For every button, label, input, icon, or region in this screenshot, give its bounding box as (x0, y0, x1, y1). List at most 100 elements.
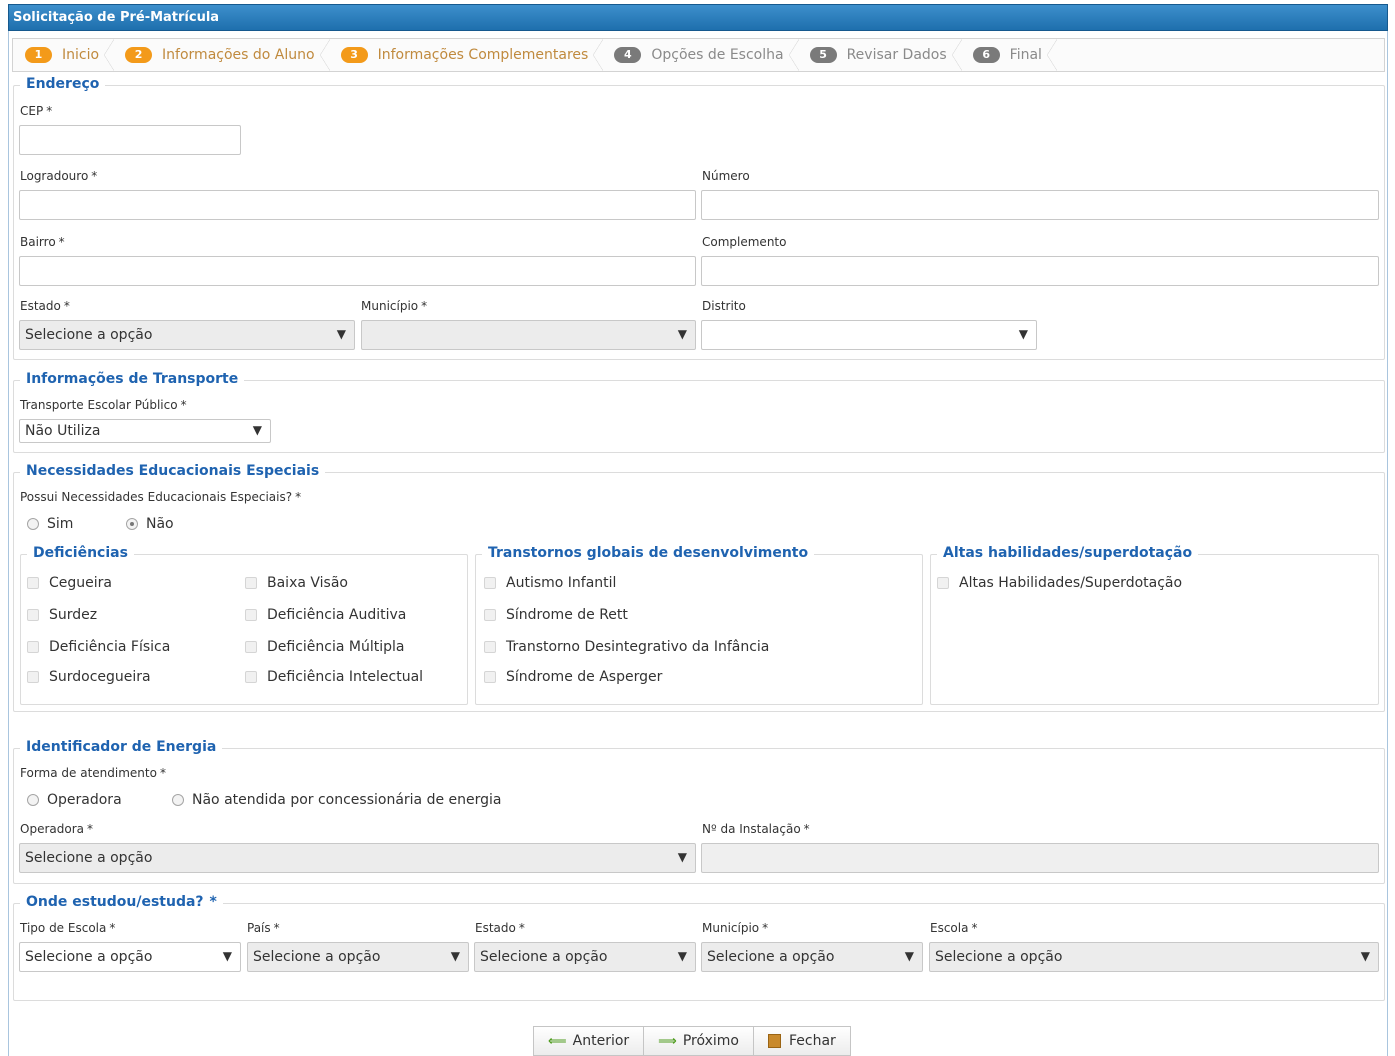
radio-icon (27, 794, 39, 806)
step-label: Inicio (62, 47, 100, 63)
wizard-steps: 1 Inicio 2 Informações do Aluno 3 Inform… (12, 38, 1385, 72)
step-opcoes-escolha[interactable]: 4 Opções de Escolha (602, 39, 799, 71)
checkbox-surdez[interactable]: Surdez (27, 607, 97, 623)
nee-question-label: Possui Necessidades Educacionais Especia… (20, 490, 302, 504)
step-label: Final (1009, 47, 1042, 63)
step-number-badge: 1 (25, 47, 52, 63)
fechar-button[interactable]: Fechar (752, 1026, 851, 1056)
distrito-label: Distrito (702, 299, 746, 313)
estado-label: Estado * (20, 299, 70, 313)
nee-radio-nao[interactable]: Não (126, 516, 174, 532)
step-final[interactable]: 6 Final (961, 39, 1058, 71)
checkbox-icon (484, 641, 496, 653)
step-number-badge: 3 (340, 47, 368, 63)
operadora-select[interactable]: Selecione a opção ▼ (19, 843, 696, 873)
section-title-deficiencias: Deficiências (27, 545, 134, 561)
checkbox-deficiencia-multipla[interactable]: Deficiência Múltipla (245, 639, 404, 655)
anterior-button[interactable]: ⟸ Anterior (533, 1026, 645, 1056)
instalacao-input[interactable] (701, 843, 1379, 873)
estudo-municipio-select[interactable]: Selecione a opção ▼ (701, 942, 923, 972)
section-title-energia: Identificador de Energia (20, 739, 223, 755)
checkbox-transtorno-desintegrativo[interactable]: Transtorno Desintegrativo da Infância (484, 639, 769, 655)
checkbox-surdocegueira[interactable]: Surdocegueira (27, 669, 151, 685)
bairro-input[interactable] (19, 256, 696, 286)
distrito-select[interactable]: ▼ (701, 320, 1037, 350)
section-title-endereco: Endereço (20, 76, 106, 92)
cep-input[interactable] (19, 125, 241, 155)
checkbox-baixa-visao[interactable]: Baixa Visão (245, 575, 348, 591)
numero-label: Número (702, 169, 750, 183)
step-number-badge: 5 (809, 47, 837, 63)
checkbox-icon (27, 577, 39, 589)
estudo-estado-select[interactable]: Selecione a opção ▼ (474, 942, 696, 972)
checkbox-sindrome-rett[interactable]: Síndrome de Rett (484, 607, 628, 623)
bairro-label: Bairro * (20, 235, 65, 249)
checkbox-autismo-infantil[interactable]: Autismo Infantil (484, 575, 616, 591)
step-informacoes-aluno[interactable]: 2 Informações do Aluno (113, 39, 330, 71)
checkbox-cegueira[interactable]: Cegueira (27, 575, 112, 591)
step-informacoes-complementares[interactable]: 3 Informações Complementares (329, 39, 604, 71)
estado-select[interactable]: Selecione a opção ▼ (19, 320, 355, 350)
chevron-down-icon: ▼ (336, 327, 346, 341)
operadora-label: Operadora * (20, 822, 93, 836)
escola-label: Escola * (930, 921, 978, 935)
checkbox-altas-habilidades[interactable]: Altas Habilidades/Superdotação (937, 575, 1182, 591)
complemento-label: Complemento (702, 235, 787, 249)
energia-radio-operadora[interactable]: Operadora (27, 792, 122, 808)
complemento-input[interactable] (701, 256, 1379, 286)
estudo-municipio-label: Município * (702, 921, 769, 935)
door-icon (767, 1034, 781, 1048)
radio-icon (172, 794, 184, 806)
step-label: Opções de Escolha (651, 47, 784, 63)
arrow-right-icon: ⟹ (658, 1033, 677, 1049)
checkbox-icon (937, 577, 949, 589)
checkbox-icon (484, 577, 496, 589)
chevron-down-icon: ▼ (677, 327, 687, 341)
checkbox-icon (245, 641, 257, 653)
estado-select-value: Selecione a opção (25, 327, 153, 343)
proximo-button[interactable]: ⟹ Próximo (643, 1026, 754, 1056)
estudo-estado-select-value: Selecione a opção (480, 949, 608, 965)
tipo-escola-label: Tipo de Escola * (20, 921, 116, 935)
step-revisar-dados[interactable]: 5 Revisar Dados (798, 39, 962, 71)
instalacao-label: Nº da Instalação * (702, 822, 810, 836)
escola-select[interactable]: Selecione a opção ▼ (929, 942, 1379, 972)
checkbox-deficiencia-auditiva[interactable]: Deficiência Auditiva (245, 607, 406, 623)
chevron-down-icon: ▼ (1360, 949, 1370, 963)
checkbox-deficiencia-fisica[interactable]: Deficiência Física (27, 639, 170, 655)
forma-atendimento-label: Forma de atendimento * (20, 766, 166, 780)
logradouro-input[interactable] (19, 190, 696, 220)
logradouro-label: Logradouro * (20, 169, 98, 183)
step-label: Informações Complementares (377, 47, 589, 63)
pais-select[interactable]: Selecione a opção ▼ (247, 942, 469, 972)
chevron-down-icon: ▼ (1018, 327, 1028, 341)
nee-radio-sim[interactable]: Sim (27, 516, 73, 532)
chevron-down-icon: ▼ (904, 949, 914, 963)
estudo-estado-label: Estado * (475, 921, 525, 935)
checkbox-icon (245, 577, 257, 589)
step-number-badge: 2 (125, 47, 153, 63)
checkbox-icon (27, 609, 39, 621)
municipio-label: Município * (361, 299, 428, 313)
step-inicio[interactable]: 1 Inicio (13, 39, 115, 71)
tipo-escola-select[interactable]: Selecione a opção ▼ (19, 942, 241, 972)
energia-radio-nao-atendida[interactable]: Não atendida por concessionária de energ… (172, 792, 502, 808)
section-title-transporte: Informações de Transporte (20, 371, 245, 387)
footer-buttons: ⟸ Anterior ⟹ Próximo Fechar (533, 1026, 851, 1056)
transporte-select[interactable]: Não Utiliza ▼ (19, 419, 271, 443)
checkbox-deficiencia-intelectual[interactable]: Deficiência Intelectual (245, 669, 423, 685)
chevron-down-icon: ▼ (450, 949, 460, 963)
municipio-select[interactable]: ▼ (361, 320, 696, 350)
radio-icon (27, 518, 39, 530)
checkbox-sindrome-asperger[interactable]: Síndrome de Asperger (484, 669, 662, 685)
chevron-down-icon: ▼ (252, 423, 262, 437)
numero-input[interactable] (701, 190, 1379, 220)
window-title: Solicitação de Pré-Matrícula (8, 4, 1388, 31)
step-label: Informações do Aluno (162, 47, 315, 63)
chevron-down-icon: ▼ (677, 850, 687, 864)
checkbox-icon (27, 671, 39, 683)
radio-selected-icon (126, 518, 138, 530)
checkbox-icon (484, 609, 496, 621)
step-number-badge: 6 (972, 47, 1000, 63)
estudo-municipio-select-value: Selecione a opção (707, 949, 835, 965)
